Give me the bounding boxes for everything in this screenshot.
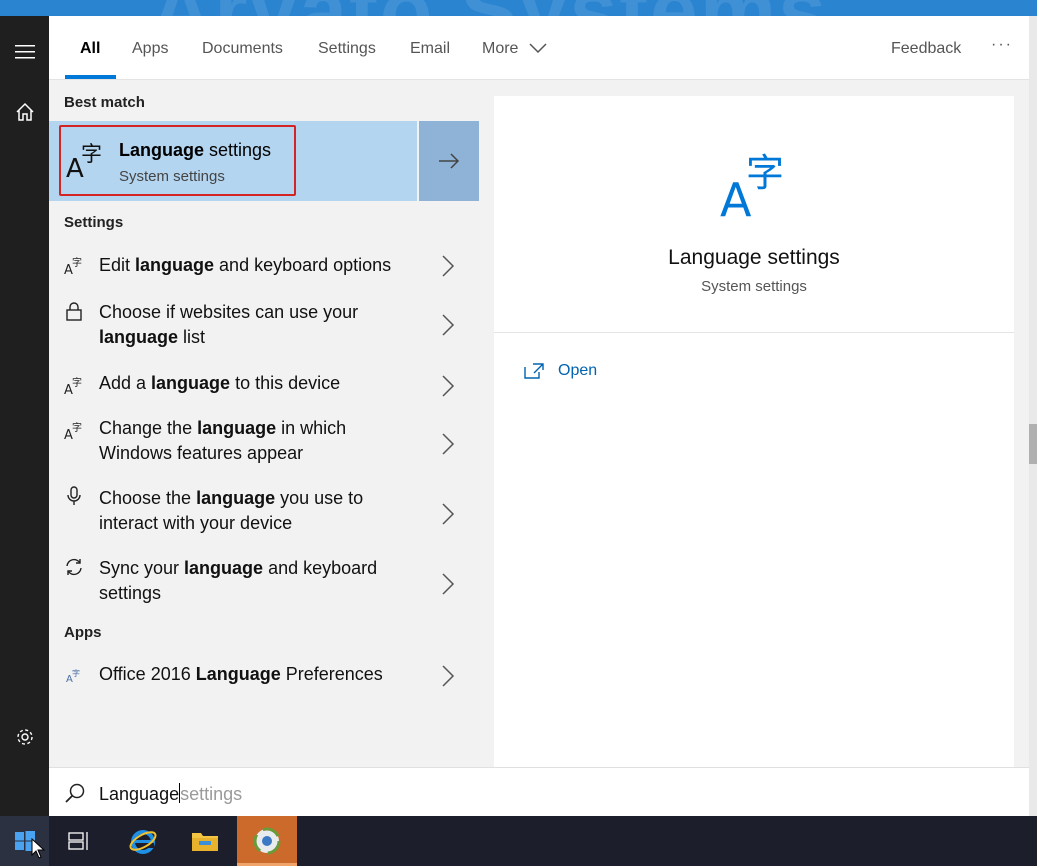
scrollbar-thumb[interactable] (1029, 424, 1037, 464)
sync-icon (66, 558, 82, 576)
office-language-icon: A字 (66, 668, 80, 685)
search-typed-text: Language (99, 784, 180, 804)
tab-email[interactable]: Email (410, 40, 450, 58)
list-item[interactable]: Sync your language and keyboard settings (49, 552, 479, 608)
open-label: Open (558, 362, 598, 379)
internet-explorer-icon[interactable] (118, 816, 168, 866)
tab-apps[interactable]: Apps (132, 40, 168, 58)
open-button[interactable]: Open (524, 360, 597, 382)
list-item-label: Sync your language and keyboard settings (99, 558, 378, 603)
list-item[interactable]: A字 Add a language to this device (49, 367, 479, 403)
chevron-right-icon (442, 573, 455, 595)
svg-text:字: 字 (72, 421, 82, 434)
list-item-label: Edit language and keyboard options (99, 255, 392, 275)
settings-header: Settings (64, 214, 124, 231)
svg-text:字: 字 (72, 376, 82, 389)
feedback-button[interactable]: Feedback (891, 40, 961, 58)
svg-text:字: 字 (72, 668, 80, 678)
tab-documents[interactable]: Documents (202, 40, 283, 58)
tab-more[interactable]: More (482, 40, 547, 58)
mouse-cursor-icon (31, 838, 45, 859)
list-item-label: Office 2016 Language Preferences (99, 664, 383, 684)
preview-subtitle: System settings (701, 278, 807, 295)
open-external-icon (524, 363, 544, 379)
best-match-item[interactable]: A 字 Language settings System settings (49, 121, 479, 201)
taskbar (0, 816, 1037, 866)
desktop-scrollbar[interactable] (1029, 16, 1037, 816)
more-options-button[interactable]: ··· (991, 36, 1013, 54)
svg-text:字: 字 (72, 256, 82, 269)
apps-header: Apps (64, 624, 102, 641)
chevron-right-icon (442, 665, 455, 687)
preview-divider (494, 332, 1014, 333)
microphone-icon (67, 486, 81, 505)
best-match-header: Best match (64, 94, 145, 111)
chevron-right-icon (442, 255, 455, 277)
app-icon[interactable] (237, 816, 297, 866)
list-item[interactable]: Choose the language you use to interact … (49, 482, 479, 538)
list-item[interactable]: A字 Edit language and keyboard options (49, 247, 479, 283)
list-item-label: Choose if websites can use your language… (99, 302, 359, 347)
list-item-label: Add a language to this device (99, 373, 341, 393)
best-match-expand-button[interactable] (419, 121, 479, 201)
list-item[interactable]: A字 Office 2016 Language Preferences (49, 657, 479, 693)
preview-title: Language settings (668, 246, 840, 269)
tab-active-indicator (65, 75, 116, 79)
gear-icon[interactable] (0, 713, 49, 761)
lock-icon (66, 302, 82, 321)
best-match-open[interactable]: A 字 Language settings System settings (49, 121, 417, 201)
search-icon (65, 783, 85, 803)
chevron-right-icon (442, 314, 455, 336)
arrow-right-icon (439, 153, 460, 169)
list-item-label: Choose the language you use to interact … (99, 488, 364, 533)
chevron-down-icon (529, 43, 547, 53)
chevron-right-icon (442, 375, 455, 397)
list-item-label: Change the language in which Windows fea… (99, 418, 347, 463)
task-view-icon[interactable] (54, 816, 104, 866)
chevron-right-icon (442, 433, 455, 455)
svg-text:字: 字 (746, 151, 784, 195)
search-suggestion-text: settings (180, 784, 243, 804)
preview-pane: A 字 Language settings System settings Op… (494, 96, 1014, 767)
list-item[interactable]: Choose if websites can use your language… (49, 297, 479, 353)
tab-all[interactable]: All (80, 40, 100, 58)
search-panel: All Apps Documents Settings Email More F… (49, 16, 1029, 816)
chevron-right-icon (442, 503, 455, 525)
start-rail (0, 16, 49, 816)
results-list: Best match A 字 Language settings System … (49, 81, 479, 767)
search-input[interactable]: Languagesettings (99, 783, 242, 805)
tab-more-label: More (482, 40, 519, 57)
hamburger-icon[interactable] (0, 28, 49, 76)
language-icon: A 字 (720, 151, 784, 218)
file-explorer-icon[interactable] (180, 816, 230, 866)
list-item[interactable]: A字 Change the language in which Windows … (49, 412, 479, 468)
language-icon: A字 (64, 421, 82, 440)
highlight-box (59, 125, 296, 196)
tab-settings[interactable]: Settings (318, 40, 376, 58)
language-icon: A字 (64, 256, 82, 275)
language-icon: A字 (64, 376, 82, 395)
search-box[interactable]: Languagesettings (49, 767, 1029, 816)
home-icon[interactable] (0, 88, 49, 136)
search-tabs: All Apps Documents Settings Email More F… (49, 16, 1029, 80)
